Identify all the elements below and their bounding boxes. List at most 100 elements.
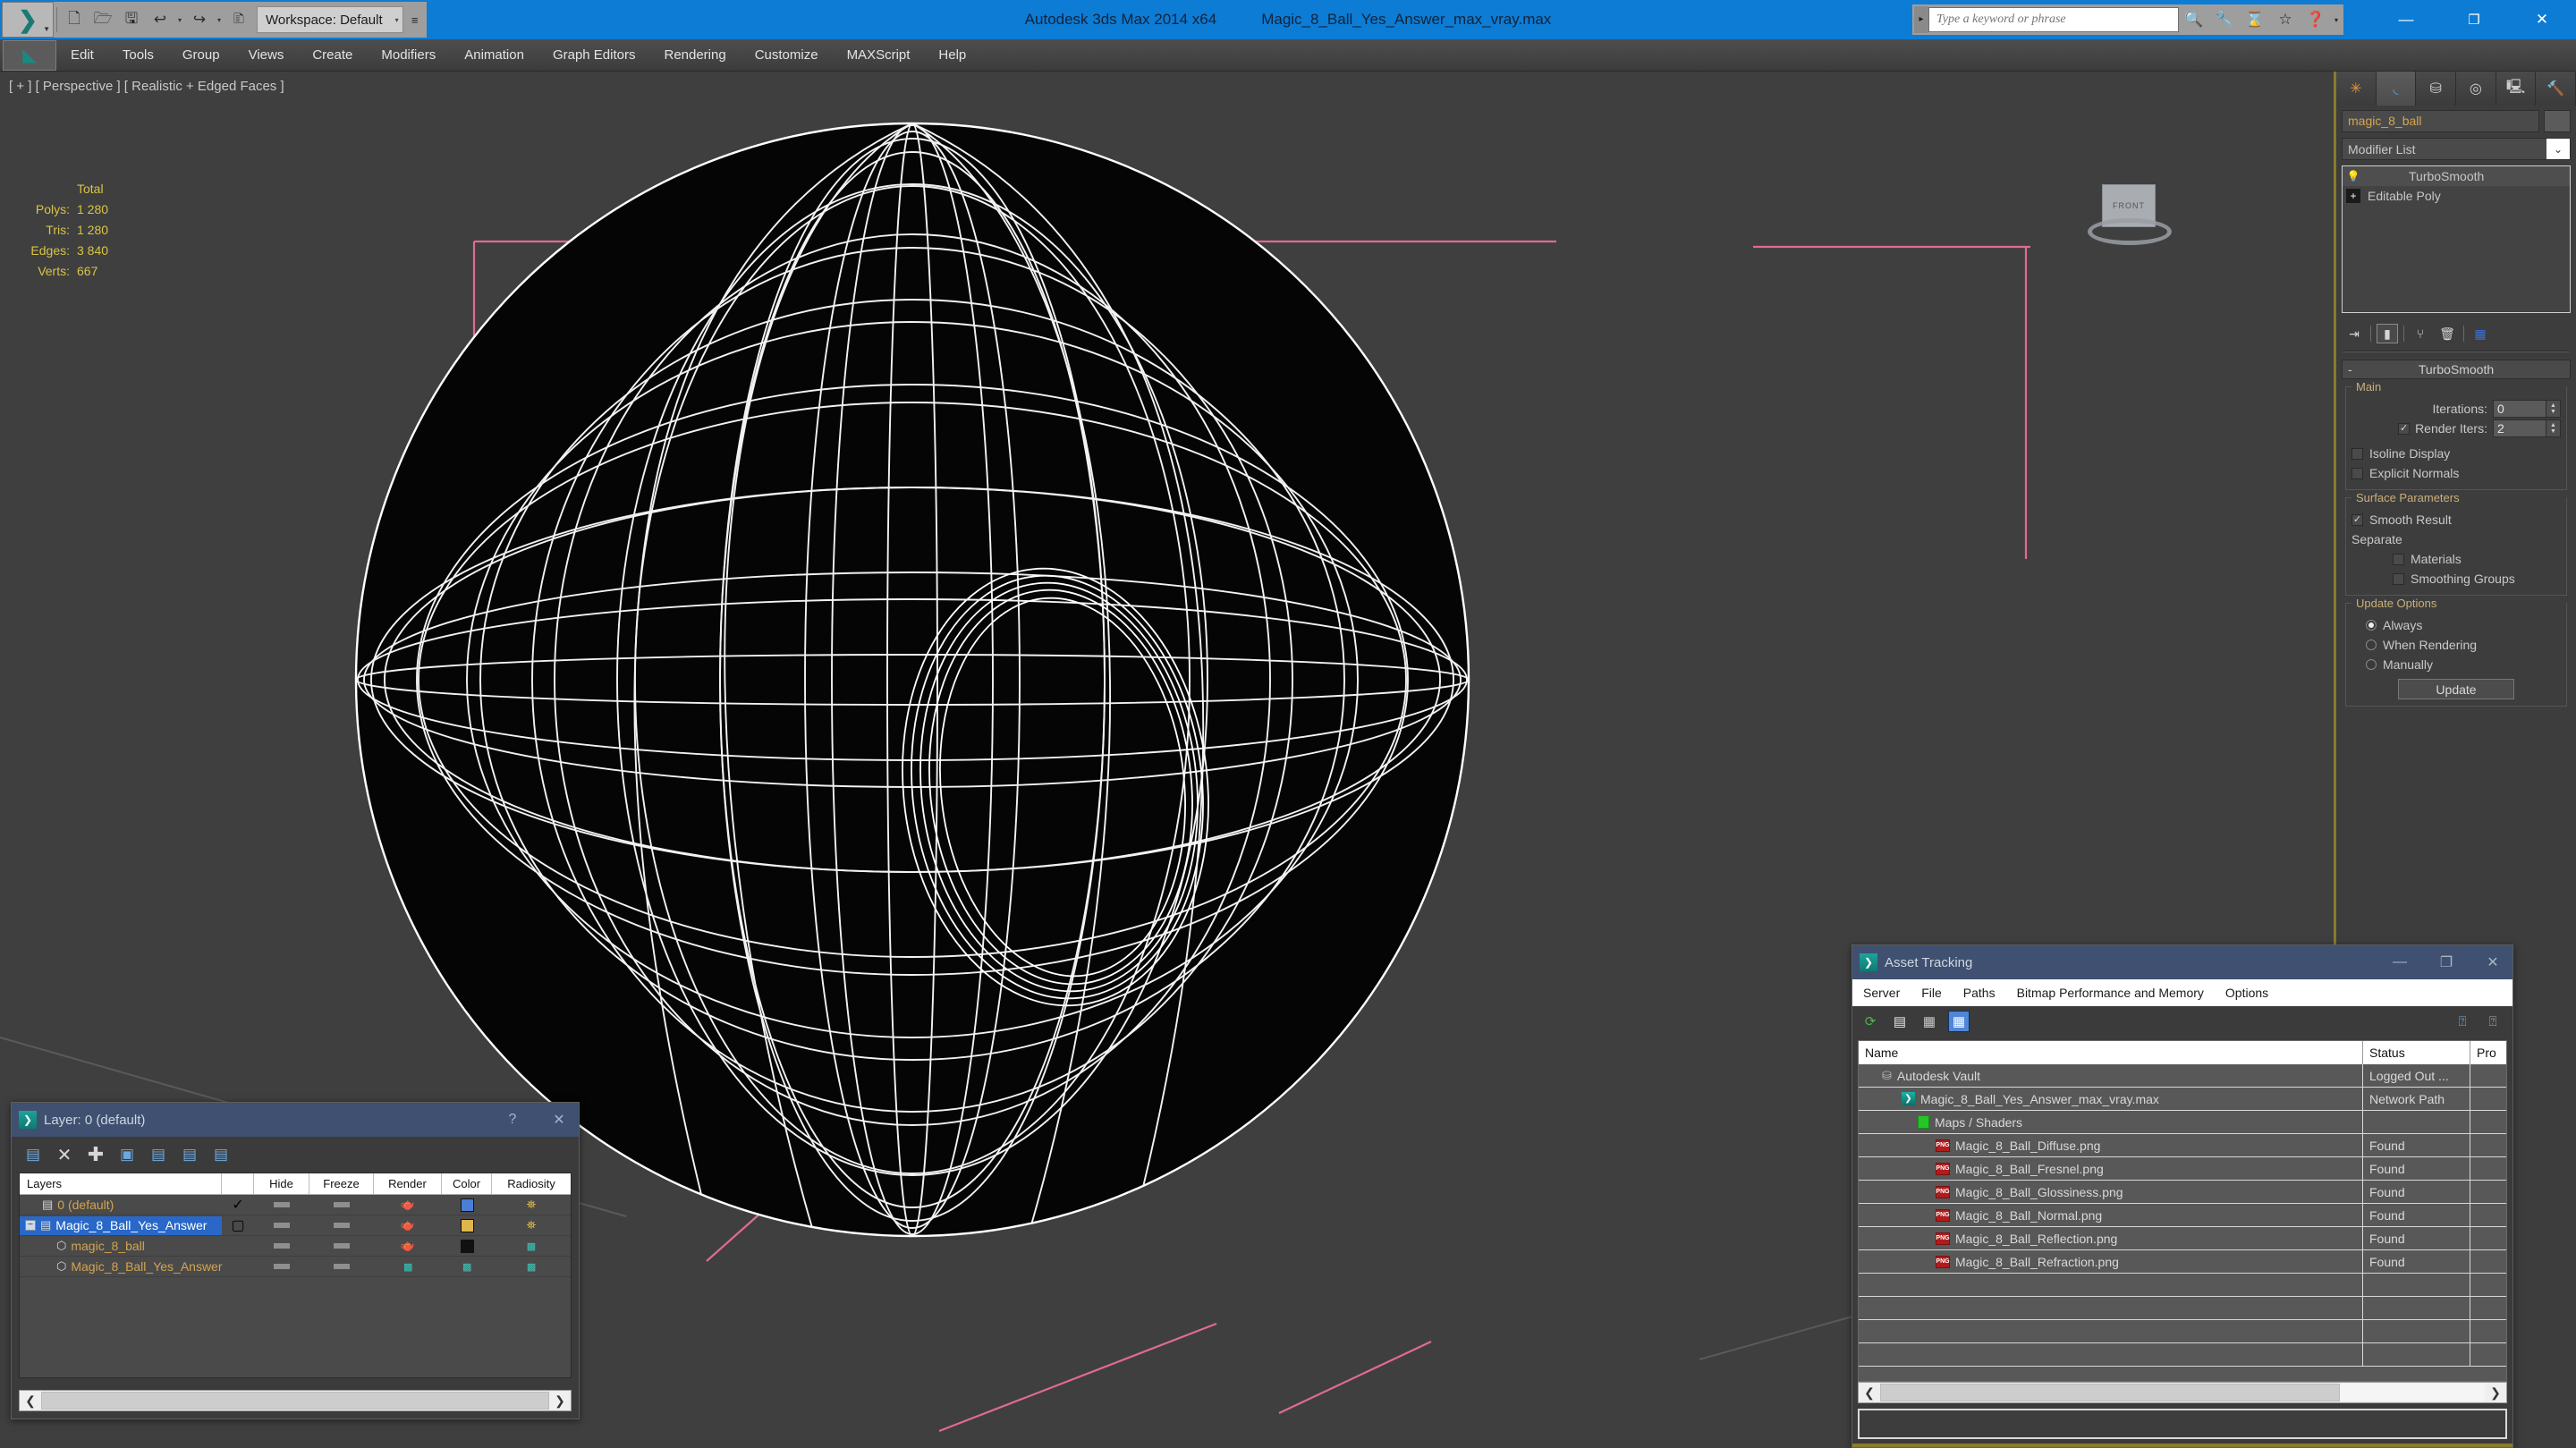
asset-name-cell[interactable]: PNG Magic_8_Ball_Diffuse.png	[1859, 1134, 2363, 1156]
spinner-arrows-icon[interactable]: ▲ ▼	[2546, 419, 2561, 437]
explicit-normals-checkbox[interactable]	[2351, 467, 2363, 479]
field-always[interactable]: Always	[2351, 615, 2561, 635]
chevron-down-icon[interactable]: ⌄	[2546, 139, 2570, 159]
field-materials[interactable]: Materials	[2351, 549, 2561, 569]
materials-checkbox[interactable]	[2393, 553, 2404, 565]
active-layer-check[interactable]: ▢	[222, 1216, 254, 1234]
table-row[interactable]: ⬡ magic_8_ball 🫖 ▩	[20, 1236, 571, 1257]
asset-name-cell[interactable]: Maps / Shaders	[1859, 1111, 2363, 1133]
asset-horizontal-scrollbar[interactable]: ❮ ❯	[1858, 1382, 2507, 1403]
list-view-icon[interactable]: ▤	[1889, 1011, 1911, 1032]
always-radio[interactable]	[2366, 620, 2377, 631]
freeze-cell[interactable]	[309, 1264, 374, 1269]
undo-icon[interactable]: ↩	[146, 5, 174, 34]
minimize-button[interactable]: —	[2372, 0, 2440, 39]
create-new-layer-icon[interactable]: ▤	[22, 1144, 44, 1165]
close-button[interactable]: ✕	[2508, 0, 2576, 39]
hide-cell[interactable]	[254, 1243, 309, 1249]
stack-item-editable-poly[interactable]: + Editable Poly	[2343, 186, 2570, 206]
column-radiosity[interactable]: Radiosity	[492, 1173, 571, 1194]
menu-animation[interactable]: Animation	[450, 39, 538, 72]
iterations-value[interactable]: 0	[2493, 400, 2546, 418]
search-field[interactable]	[1936, 13, 2178, 27]
collapse-icon[interactable]: -	[2348, 362, 2352, 377]
search-input[interactable]	[1928, 7, 2179, 32]
table-row-empty[interactable]	[1859, 1274, 2506, 1297]
add-layer-icon[interactable]: ✚	[85, 1143, 106, 1165]
stack-item-turbosmooth[interactable]: 💡 TurboSmooth	[2343, 166, 2570, 186]
update-button[interactable]: Update	[2398, 679, 2514, 699]
close-button[interactable]: ✕	[539, 1111, 579, 1129]
lightbulb-icon[interactable]: 💡	[2346, 169, 2360, 183]
scroll-left-icon[interactable]: ❮	[1859, 1385, 1880, 1401]
menu-graph-editors[interactable]: Graph Editors	[538, 39, 650, 72]
tab-create[interactable]: ✳	[2336, 72, 2377, 106]
menu-help[interactable]: Help	[924, 39, 980, 72]
column-layers[interactable]: Layers	[20, 1173, 222, 1194]
favorites-star-icon[interactable]: ☆	[2270, 6, 2301, 33]
asset-dialog-titlebar[interactable]: ❯ Asset Tracking — ❐ ✕	[1852, 945, 2512, 979]
freeze-cell[interactable]	[309, 1223, 374, 1228]
workspace-selector[interactable]: Workspace: Default ▾	[257, 6, 403, 33]
active-layer-check[interactable]: ✓	[222, 1196, 254, 1214]
table-row[interactable]: Maps / Shaders	[1859, 1111, 2506, 1134]
freeze-cell[interactable]	[309, 1202, 374, 1207]
subscription-icon[interactable]: ⌛	[2240, 6, 2270, 33]
column-color[interactable]: Color	[442, 1173, 492, 1194]
scroll-right-icon[interactable]: ❯	[549, 1393, 571, 1409]
hide-cell[interactable]	[254, 1202, 309, 1207]
layer-name-cell[interactable]: ▤ 0 (default)	[20, 1196, 222, 1215]
field-explicit-normals[interactable]: Explicit Normals	[2351, 463, 2561, 483]
hide-cell[interactable]	[254, 1264, 309, 1269]
menu-group[interactable]: Group	[168, 39, 234, 72]
rollout-header-turbosmooth[interactable]: - TurboSmooth	[2342, 360, 2571, 379]
scroll-thumb[interactable]	[41, 1392, 549, 1410]
table-row-empty[interactable]	[1859, 1343, 2506, 1367]
pin-stack-icon[interactable]: ⇥	[2343, 324, 2365, 343]
show-end-result-icon[interactable]: ▮	[2377, 324, 2398, 343]
maximize-button[interactable]: ❐	[2440, 0, 2508, 39]
table-row[interactable]: PNG Magic_8_Ball_Glossiness.png Found	[1859, 1181, 2506, 1204]
redo-dropdown-icon[interactable]: ▾	[214, 16, 225, 24]
column-render[interactable]: Render	[374, 1173, 442, 1194]
tab-hierarchy[interactable]: ⛁	[2416, 72, 2457, 106]
asset-name-cell[interactable]: ⛁ Autodesk Vault	[1859, 1064, 2363, 1087]
asset-name-cell[interactable]: PNG Magic_8_Ball_Refraction.png	[1859, 1250, 2363, 1273]
isoline-display-checkbox[interactable]	[2351, 447, 2363, 460]
color-cell[interactable]	[442, 1218, 492, 1232]
search-binoculars-icon[interactable]: 🔍	[2179, 6, 2209, 33]
render-iters-spinner[interactable]: 2 ▲ ▼	[2493, 419, 2561, 437]
select-highlighted-objects-icon[interactable]: ▤	[148, 1144, 169, 1165]
scroll-track[interactable]	[41, 1392, 549, 1410]
tab-motion[interactable]: ◎	[2456, 72, 2496, 106]
wrench-icon[interactable]: 🔧	[2209, 6, 2240, 33]
view-cube[interactable]: FRONT	[2077, 179, 2184, 259]
select-objects-in-layer-icon[interactable]: ▣	[116, 1144, 138, 1165]
table-row-empty[interactable]	[1859, 1297, 2506, 1320]
expand-plus-icon[interactable]: +	[2346, 189, 2360, 203]
collapse-expander-icon[interactable]: −	[25, 1220, 36, 1231]
make-unique-icon[interactable]: ⑂	[2410, 324, 2431, 343]
grid-view-icon[interactable]: ▦	[1948, 1011, 1970, 1032]
render-cell[interactable]: 🫖	[374, 1218, 442, 1232]
object-name-cell[interactable]: ⬡ magic_8_ball	[20, 1237, 222, 1256]
tab-display[interactable]: 🖳	[2496, 72, 2537, 106]
table-row[interactable]: PNG Magic_8_Ball_Reflection.png Found	[1859, 1227, 2506, 1250]
infocenter-expand-icon[interactable]: ▸	[1914, 6, 1928, 33]
menu-views[interactable]: Views	[234, 39, 299, 72]
layer-dialog[interactable]: ❯ Layer: 0 (default) ? ✕ ▤ ✕ ✚ ▣ ▤ ▤ ▤ L…	[11, 1102, 580, 1419]
column-provider[interactable]: Pro	[2470, 1041, 2506, 1064]
table-row[interactable]: PNG Magic_8_Ball_Fresnel.png Found	[1859, 1157, 2506, 1181]
asset-menu-file[interactable]: File	[1911, 986, 1953, 1000]
color-cell[interactable]	[442, 1239, 492, 1253]
color-cell[interactable]	[442, 1198, 492, 1212]
tab-utilities[interactable]: 🔨	[2536, 72, 2576, 106]
table-row[interactable]: PNG Magic_8_Ball_Normal.png Found	[1859, 1204, 2506, 1227]
layer-properties-icon[interactable]: ▤	[210, 1144, 232, 1165]
spinner-arrows-icon[interactable]: ▲ ▼	[2546, 400, 2561, 418]
object-color-swatch[interactable]	[2544, 110, 2571, 132]
column-hide[interactable]: Hide	[254, 1173, 309, 1194]
maximize-button[interactable]: ❐	[2427, 953, 2466, 971]
project-folder-icon[interactable]: 🗈	[225, 5, 253, 34]
table-row[interactable]: − ▤ Magic_8_Ball_Yes_Answer ▢ 🫖 ⛯	[20, 1215, 571, 1236]
